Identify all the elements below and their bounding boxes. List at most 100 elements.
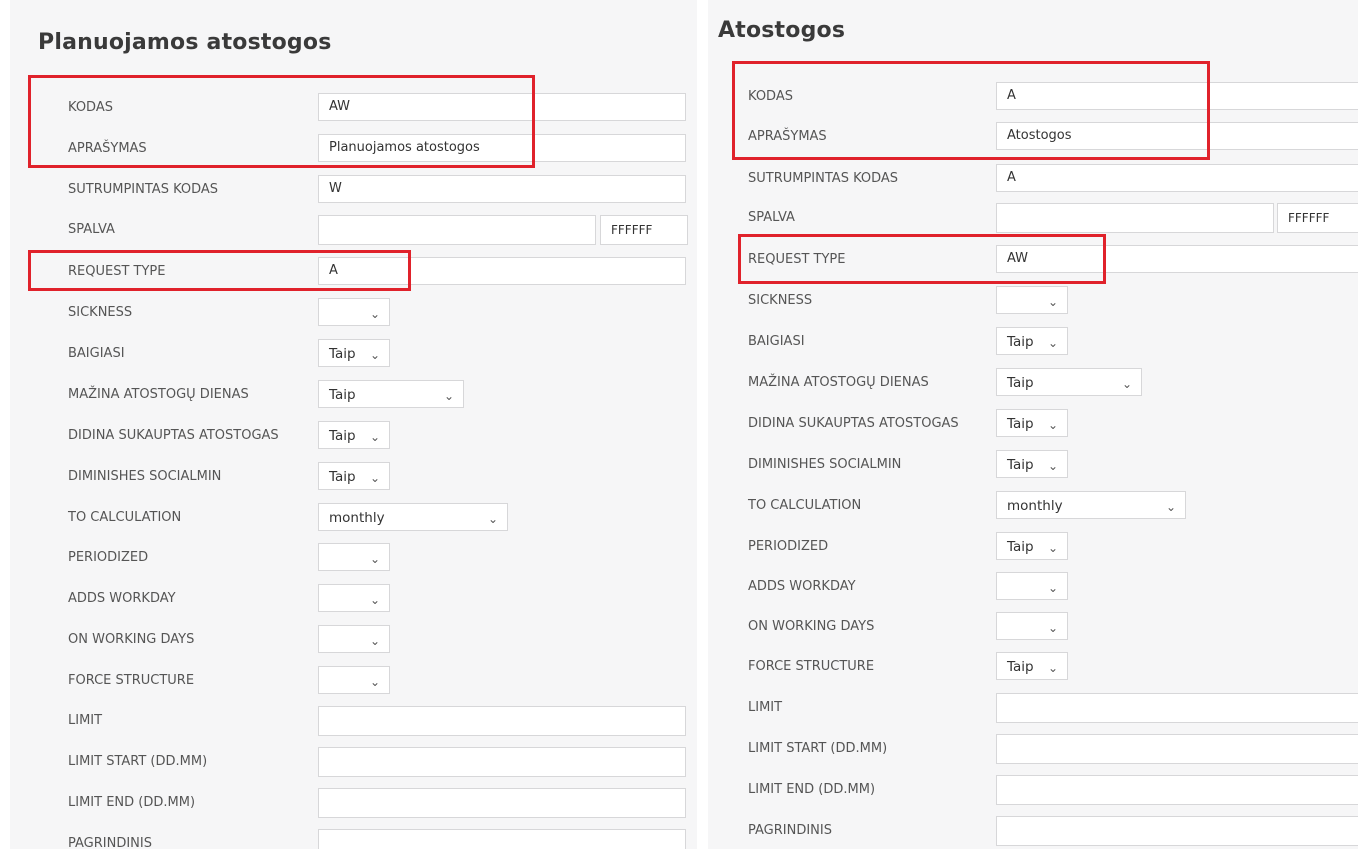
limit-end-input[interactable] xyxy=(318,788,686,818)
row-kodas: KODAS A xyxy=(708,82,1358,112)
chevron-down-icon: ⌄ xyxy=(1047,295,1058,309)
row-spalva: SPALVA FFFFFF xyxy=(10,215,697,245)
row-force-structure: FORCE STRUCTURE Taip ⌄ xyxy=(708,652,1358,682)
chevron-down-icon: ⌄ xyxy=(1047,336,1058,350)
label-pagrindinis: PAGRINDINIS xyxy=(68,836,152,849)
periodized-select[interactable]: ⌄ xyxy=(318,543,390,571)
row-mazina: MAŽINA ATOSTOGŲ DIENAS Taip ⌄ xyxy=(708,368,1358,398)
spalva-hex-input[interactable]: FFFFFF xyxy=(1277,203,1358,233)
request-type-input[interactable]: A xyxy=(318,257,686,285)
didina-select[interactable]: Taip ⌄ xyxy=(318,421,390,449)
label-to-calculation: TO CALCULATION xyxy=(748,498,862,513)
chevron-down-icon: ⌄ xyxy=(487,512,498,526)
label-limit: LIMIT xyxy=(68,713,103,728)
chevron-down-icon: ⌄ xyxy=(369,471,380,485)
request-type-input[interactable]: AW xyxy=(996,245,1358,273)
label-limit: LIMIT xyxy=(748,700,783,715)
force-structure-select[interactable]: ⌄ xyxy=(318,666,390,694)
chevron-down-icon: ⌄ xyxy=(1047,621,1058,635)
label-mazina: MAŽINA ATOSTOGŲ DIENAS xyxy=(68,387,249,402)
label-on-working-days: ON WORKING DAYS xyxy=(748,619,875,634)
aprasymas-input[interactable]: Atostogos xyxy=(996,122,1358,150)
adds-workday-select[interactable]: ⌄ xyxy=(318,584,390,612)
baigiasi-value: Taip xyxy=(1007,334,1034,350)
row-sickness: SICKNESS ⌄ xyxy=(10,298,697,328)
force-structure-select[interactable]: Taip ⌄ xyxy=(996,652,1068,680)
mazina-select[interactable]: Taip ⌄ xyxy=(318,380,464,408)
sickness-select[interactable]: ⌄ xyxy=(996,286,1068,314)
limit-end-input[interactable] xyxy=(996,775,1358,805)
limit-start-input[interactable] xyxy=(996,734,1358,764)
kodas-input[interactable]: A xyxy=(996,82,1358,110)
sickness-select[interactable]: ⌄ xyxy=(318,298,390,326)
kodas-input[interactable]: AW xyxy=(318,93,686,121)
on-working-days-select[interactable]: ⌄ xyxy=(318,625,390,653)
chevron-down-icon: ⌄ xyxy=(369,348,380,362)
label-baigiasi: BAIGIASI xyxy=(68,346,125,361)
aprasymas-input[interactable]: Planuojamos atostogos xyxy=(318,134,686,162)
label-pagrindinis: PAGRINDINIS xyxy=(748,823,832,838)
row-to-calculation: TO CALCULATION monthly ⌄ xyxy=(10,503,697,533)
label-kodas: KODAS xyxy=(68,100,113,115)
row-diminishes: DIMINISHES SOCIALMIN Taip ⌄ xyxy=(708,450,1358,480)
limit-input[interactable] xyxy=(318,706,686,736)
didina-value: Taip xyxy=(1007,416,1034,432)
label-limit-start: LIMIT START (DD.MM) xyxy=(68,754,208,769)
row-sutrumpintas: SUTRUMPINTAS KODAS A xyxy=(708,164,1358,194)
spalva-input[interactable] xyxy=(318,215,596,245)
chevron-down-icon: ⌄ xyxy=(443,389,454,403)
label-baigiasi: BAIGIASI xyxy=(748,334,805,349)
row-adds-workday: ADDS WORKDAY ⌄ xyxy=(10,584,697,614)
page-title: Atostogos xyxy=(718,18,846,43)
label-aprasymas: APRAŠYMAS xyxy=(748,129,827,144)
adds-workday-select[interactable]: ⌄ xyxy=(996,572,1068,600)
label-sickness: SICKNESS xyxy=(68,305,133,320)
row-kodas: KODAS AW xyxy=(10,93,697,123)
spalva-input[interactable] xyxy=(996,203,1274,233)
diminishes-select[interactable]: Taip ⌄ xyxy=(318,462,390,490)
label-diminishes: DIMINISHES SOCIALMIN xyxy=(748,457,902,472)
to-calculation-select[interactable]: monthly ⌄ xyxy=(996,491,1186,519)
label-to-calculation: TO CALCULATION xyxy=(68,510,182,525)
row-request-type: REQUEST TYPE A xyxy=(10,257,697,287)
pagrindinis-input[interactable] xyxy=(996,816,1358,846)
label-diminishes: DIMINISHES SOCIALMIN xyxy=(68,469,222,484)
didina-select[interactable]: Taip ⌄ xyxy=(996,409,1068,437)
panel-planuojamos-atostogos: Planuojamos atostogos KODAS AW APRAŠYMAS… xyxy=(10,0,697,849)
panel-atostogos: Atostogos KODAS A APRAŠYMAS Atostogos SU… xyxy=(708,0,1358,849)
baigiasi-select[interactable]: Taip ⌄ xyxy=(318,339,390,367)
row-spalva: SPALVA FFFFFF xyxy=(708,203,1358,233)
diminishes-value: Taip xyxy=(329,469,356,485)
chevron-down-icon: ⌄ xyxy=(1047,541,1058,555)
label-sickness: SICKNESS xyxy=(748,293,813,308)
label-adds-workday: ADDS WORKDAY xyxy=(68,591,176,606)
sutrumpintas-input[interactable]: A xyxy=(996,164,1358,192)
row-periodized: PERIODIZED ⌄ xyxy=(10,543,697,573)
mazina-value: Taip xyxy=(329,387,356,403)
chevron-down-icon: ⌄ xyxy=(369,593,380,607)
row-force-structure: FORCE STRUCTURE ⌄ xyxy=(10,666,697,696)
label-limit-start: LIMIT START (DD.MM) xyxy=(748,741,888,756)
didina-value: Taip xyxy=(329,428,356,444)
spalva-hex-input[interactable]: FFFFFF xyxy=(600,215,688,245)
on-working-days-select[interactable]: ⌄ xyxy=(996,612,1068,640)
sutrumpintas-input[interactable]: W xyxy=(318,175,686,203)
limit-start-input[interactable] xyxy=(318,747,686,777)
mazina-select[interactable]: Taip ⌄ xyxy=(996,368,1142,396)
diminishes-select[interactable]: Taip ⌄ xyxy=(996,450,1068,478)
periodized-select[interactable]: Taip ⌄ xyxy=(996,532,1068,560)
force-structure-value: Taip xyxy=(1007,659,1034,675)
pagrindinis-input[interactable] xyxy=(318,829,686,849)
baigiasi-select[interactable]: Taip ⌄ xyxy=(996,327,1068,355)
limit-input[interactable] xyxy=(996,693,1358,723)
to-calculation-value: monthly xyxy=(1007,498,1063,514)
chevron-down-icon: ⌄ xyxy=(1047,661,1058,675)
periodized-value: Taip xyxy=(1007,539,1034,555)
label-spalva: SPALVA xyxy=(68,222,115,237)
row-limit-start: LIMIT START (DD.MM) xyxy=(10,747,697,777)
row-sickness: SICKNESS ⌄ xyxy=(708,286,1358,316)
to-calculation-select[interactable]: monthly ⌄ xyxy=(318,503,508,531)
row-aprasymas: APRAŠYMAS Planuojamos atostogos xyxy=(10,134,697,164)
label-limit-end: LIMIT END (DD.MM) xyxy=(68,795,196,810)
label-sutrumpintas: SUTRUMPINTAS KODAS xyxy=(68,182,219,197)
